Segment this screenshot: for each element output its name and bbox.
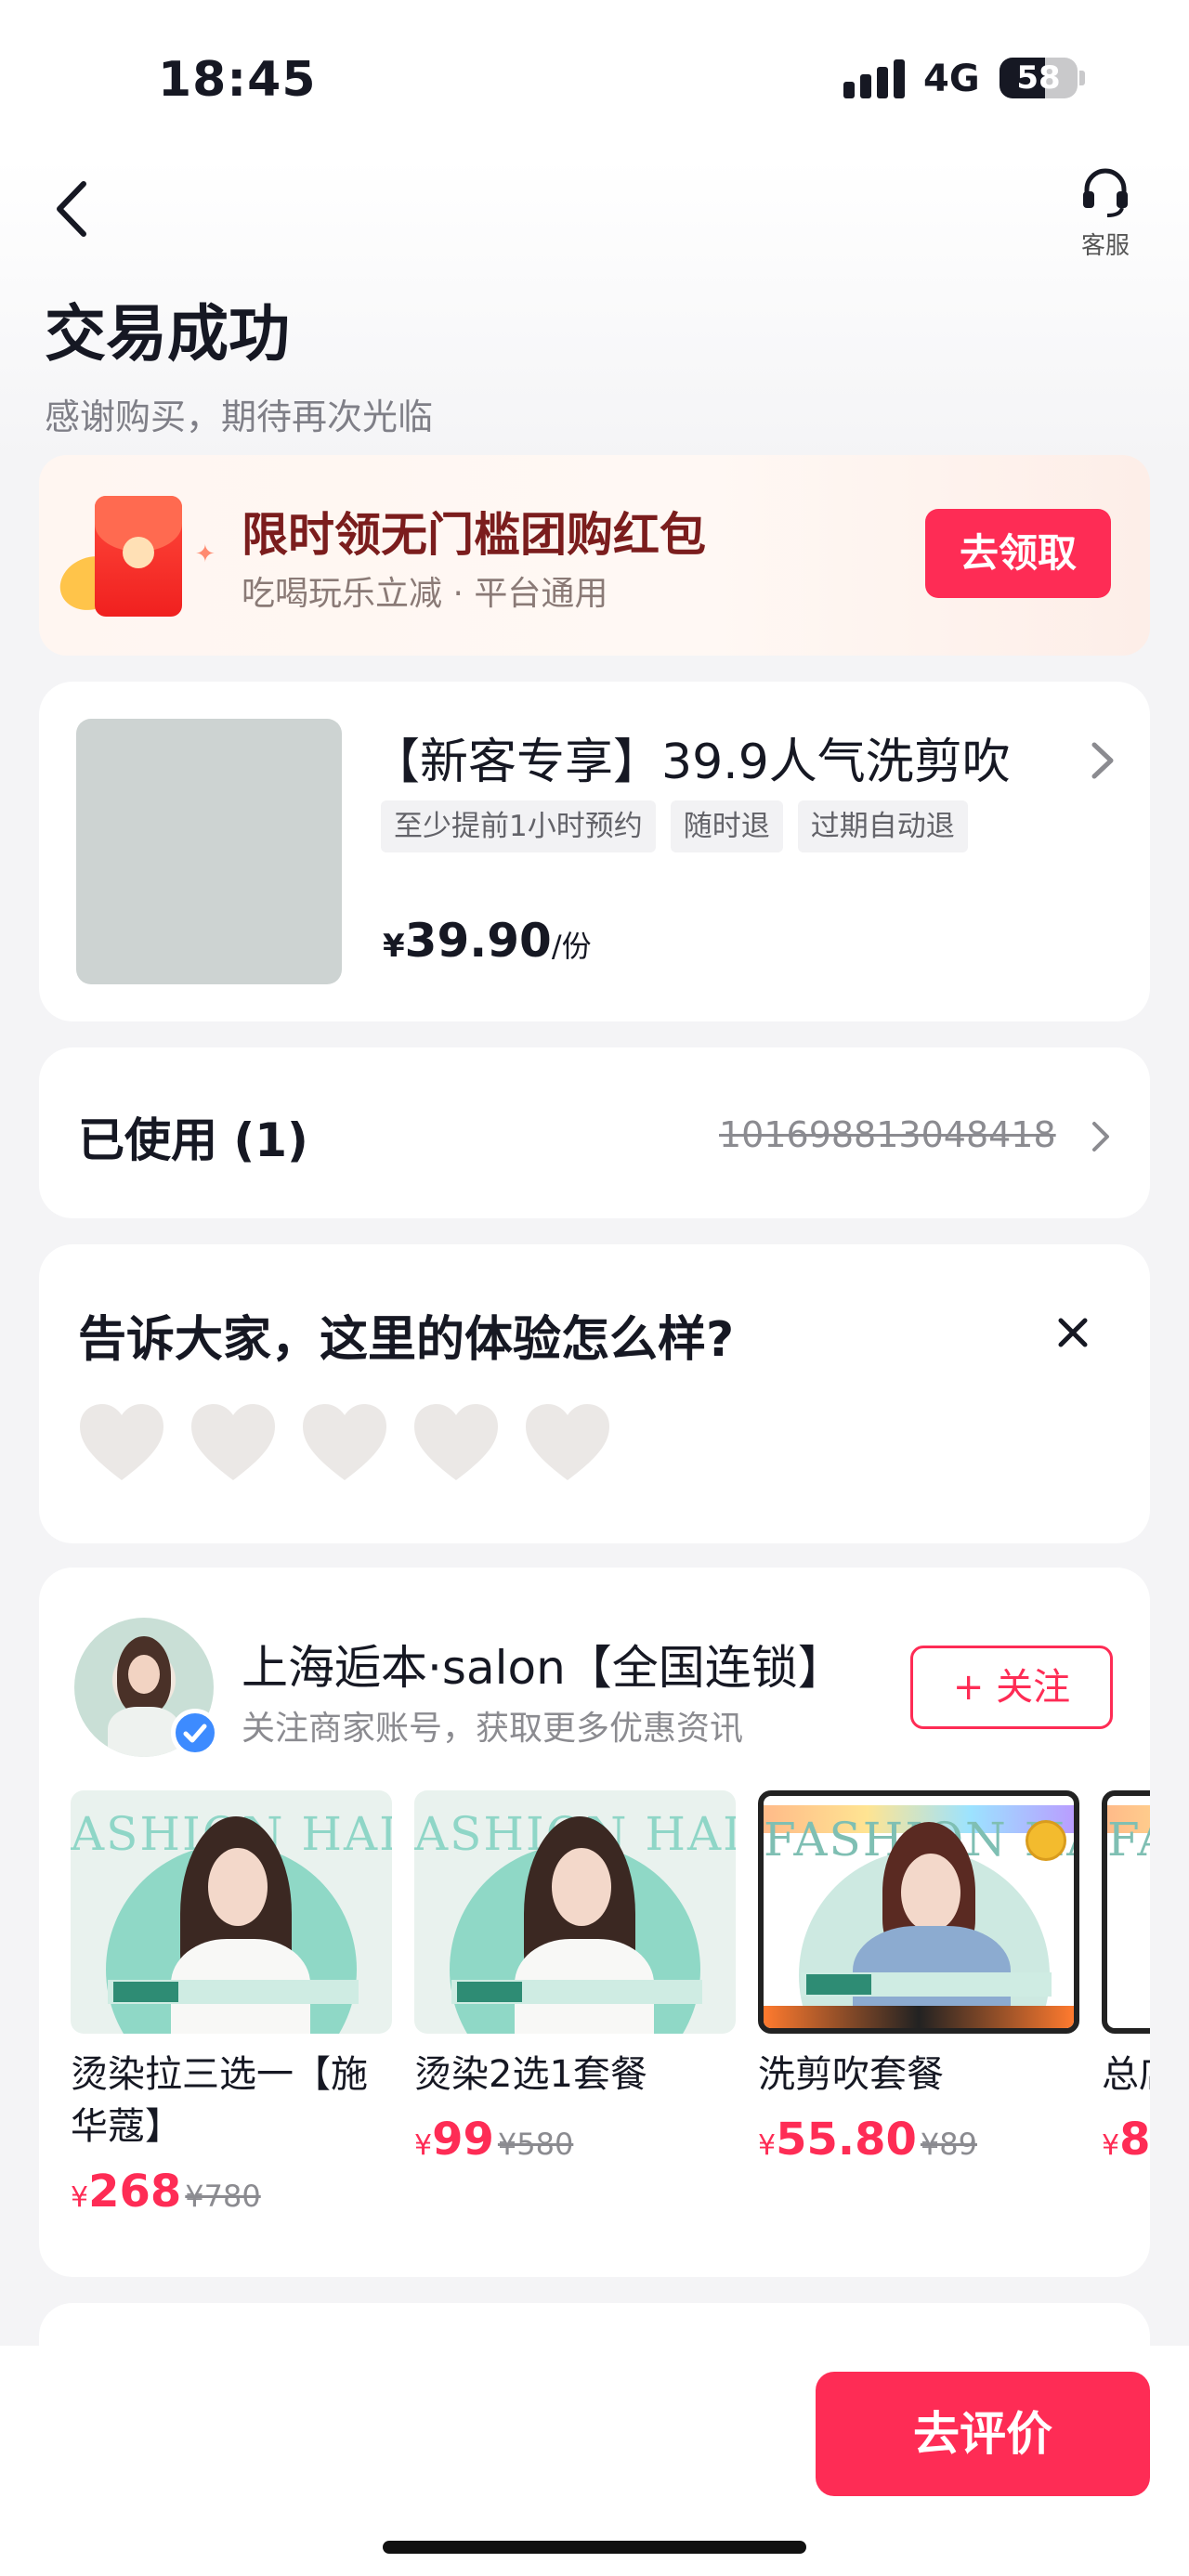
- headset-icon: [1083, 168, 1128, 217]
- shop-product-title: 总店: [1102, 2053, 1150, 2096]
- battery-level: 58: [1016, 59, 1061, 97]
- page-title: 交易成功: [45, 298, 290, 370]
- shop-product-item[interactable]: ASHION HAI 烫染拉三选一【施华蔻】 ¥268 ¥780: [71, 1790, 392, 2218]
- shop-product-item[interactable]: FASHION HAI 洗剪吹套餐 ¥55.80¥89: [758, 1790, 1079, 2166]
- product-tags: 至少提前1小时预约 随时退 过期自动退: [381, 800, 968, 852]
- battery-tip: [1079, 71, 1085, 85]
- rating-question: 告诉大家，这里的体验怎么样?: [78, 1312, 735, 1368]
- close-icon[interactable]: [1050, 1309, 1096, 1356]
- heart-icon[interactable]: [411, 1400, 502, 1484]
- battery-icon: 58: [1000, 58, 1078, 98]
- product-price: ¥39.90/份: [383, 914, 592, 968]
- heart-icon[interactable]: [522, 1400, 613, 1484]
- banner-title: 限时领无门槛团购红包: [242, 508, 706, 562]
- shop-product-image: ASHION HAI: [71, 1790, 392, 2034]
- order-detail-page: 18:45 4G 58 客服 交易成功 感谢购买，期待再次光临 ✦ 限时领无门槛…: [0, 0, 1189, 2576]
- shop-product-item[interactable]: ASHION HAI 烫染2选1套餐 ¥99 ¥580: [414, 1790, 736, 2166]
- product-tag: 至少提前1小时预约: [381, 800, 656, 852]
- chevron-left-icon: [57, 181, 86, 237]
- shop-product-price: ¥99 ¥580: [414, 2114, 736, 2166]
- shop-product-price: ¥8: [1102, 2114, 1150, 2166]
- price-unit: /份: [551, 929, 592, 964]
- heart-icon[interactable]: [76, 1400, 167, 1484]
- shop-name[interactable]: 上海逅本·salon【全国连锁】: [242, 1631, 855, 1698]
- shop-product-image: FA: [1102, 1790, 1150, 2034]
- rating-card: 告诉大家，这里的体验怎么样?: [39, 1244, 1150, 1543]
- shop-product-price: ¥55.80 ¥89: [758, 2114, 1079, 2166]
- red-envelope-icon: [95, 496, 182, 617]
- network-type: 4G: [923, 58, 980, 100]
- page-subtitle: 感谢购买，期待再次光临: [45, 397, 434, 437]
- price-currency: ¥: [1102, 2129, 1120, 2162]
- shop-product-image: FASHION HAI: [758, 1790, 1079, 2034]
- voucher-code: 101698813048418: [719, 1114, 1056, 1155]
- customer-service-button[interactable]: 客服: [1068, 165, 1143, 260]
- product-tag: 随时退: [670, 800, 783, 852]
- follow-button[interactable]: + 关注: [910, 1646, 1113, 1729]
- shop-card: 上海逅本·salon【全国连锁】 关注商家账号，获取更多优惠资讯 + 关注 AS…: [39, 1568, 1150, 2277]
- original-price: ¥780: [185, 2179, 261, 2214]
- shop-product-title: 洗剪吹套餐: [758, 2053, 944, 2096]
- price-value: 268: [88, 2166, 182, 2218]
- shop-description: 关注商家账号，获取更多优惠资讯: [242, 1710, 744, 1748]
- image-banner-text: FA: [1107, 1813, 1150, 1867]
- heart-icon[interactable]: [299, 1400, 390, 1484]
- bottom-action-bar: 去评价: [0, 2346, 1189, 2576]
- price-currency: ¥: [758, 2129, 777, 2162]
- shop-product-item[interactable]: FA 总店 ¥8: [1102, 1790, 1150, 2166]
- status-time: 18:45: [158, 52, 317, 108]
- heart-rating: [76, 1400, 613, 1484]
- claim-button[interactable]: 去领取: [925, 509, 1111, 598]
- shop-product-title: 烫染拉三选一【施华蔻】: [71, 2053, 368, 2148]
- price-currency: ¥: [414, 2129, 433, 2162]
- product-thumbnail: [76, 719, 342, 984]
- original-price: ¥580: [497, 2127, 574, 2162]
- price-value: 39.90: [404, 914, 552, 968]
- sparkle-icon: ✦: [195, 540, 216, 568]
- usage-label: 已使用 (1): [78, 1113, 308, 1167]
- original-price: ¥89: [920, 2127, 977, 2162]
- price-value: 99: [432, 2114, 494, 2166]
- price-value: 8: [1119, 2114, 1150, 2166]
- product-title: 【新客专享】39.9人气洗剪吹: [372, 735, 1011, 790]
- price-value: 55.80: [776, 2114, 917, 2166]
- home-indicator[interactable]: [383, 2541, 806, 2554]
- voucher-usage-card[interactable]: 已使用 (1) 101698813048418: [39, 1047, 1150, 1218]
- shop-products-carousel[interactable]: ASHION HAI 烫染拉三选一【施华蔻】 ¥268 ¥780 ASHION H…: [71, 1790, 1150, 2273]
- verified-icon: [171, 1709, 219, 1757]
- chevron-right-icon: [1091, 742, 1114, 779]
- heart-icon[interactable]: [188, 1400, 279, 1484]
- price-currency: ¥: [383, 928, 405, 965]
- product-card[interactable]: 【新客专享】39.9人气洗剪吹 至少提前1小时预约 随时退 过期自动退 ¥39.…: [39, 682, 1150, 1021]
- shop-product-title: 烫染2选1套餐: [414, 2053, 647, 2096]
- customer-service-label: 客服: [1080, 232, 1130, 260]
- medal-icon: [1026, 1820, 1066, 1861]
- review-button[interactable]: 去评价: [816, 2372, 1150, 2496]
- shop-product-price: ¥268 ¥780: [71, 2166, 392, 2218]
- shop-product-image: ASHION HAI: [414, 1790, 736, 2034]
- signal-icon: [843, 59, 905, 98]
- red-packet-banner[interactable]: ✦ 限时领无门槛团购红包 吃喝玩乐立减 · 平台通用 去领取: [39, 455, 1150, 656]
- status-bar: 18:45 4G 58: [0, 0, 1189, 158]
- chevron-right-icon: [1092, 1122, 1109, 1151]
- price-currency: ¥: [71, 2181, 89, 2214]
- banner-subtitle: 吃喝玩乐立减 · 平台通用: [242, 575, 608, 613]
- product-tag: 过期自动退: [797, 800, 968, 852]
- back-button[interactable]: [46, 176, 102, 241]
